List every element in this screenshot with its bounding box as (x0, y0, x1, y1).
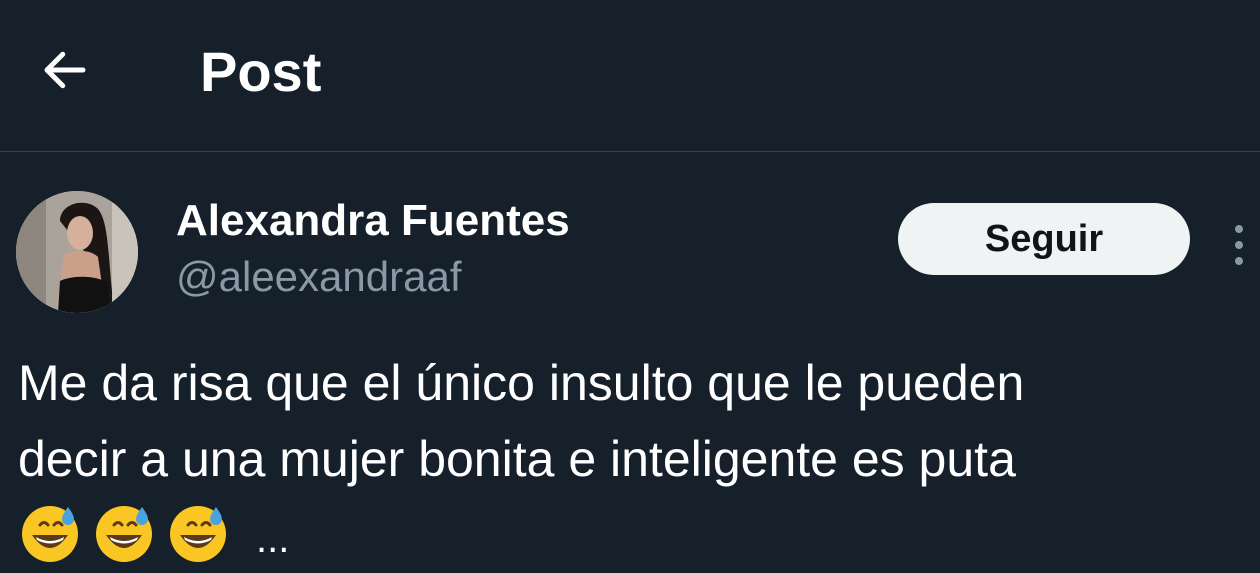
avatar-photo (16, 191, 138, 313)
more-vertical-icon (1235, 225, 1243, 233)
more-vertical-icon-dot (1235, 257, 1243, 265)
grinning-face-with-sweat-emoji (170, 506, 226, 562)
post: Alexandra Fuentes @aleexandraaf Seguir M… (0, 153, 1260, 573)
truncation-ellipsis: ... (256, 517, 290, 561)
more-options-button[interactable] (1224, 215, 1254, 275)
emoji-row: ... (18, 498, 289, 568)
top-bar: Post (0, 0, 1260, 152)
author-handle[interactable]: @aleexandraaf (176, 252, 462, 302)
grinning-face-with-sweat-emoji (22, 506, 78, 562)
post-text-line: Me da risa que el único insulto que le p… (18, 355, 1025, 411)
grinning-face-with-sweat-emoji (96, 506, 152, 562)
post-text-line: decir a una mujer bonita e inteligente e… (18, 431, 1016, 487)
post-screen: Post Alexandra Fuentes @aleexandraaf Seg… (0, 0, 1260, 573)
page-title: Post (200, 40, 322, 103)
avatar[interactable] (16, 191, 138, 313)
author-display-name[interactable]: Alexandra Fuentes (176, 195, 570, 247)
follow-button[interactable]: Seguir (898, 203, 1190, 275)
more-vertical-icon-dot (1235, 241, 1243, 249)
arrow-left-icon (44, 51, 86, 89)
back-button[interactable] (30, 40, 100, 100)
post-text: Me da risa que el único insulto que le p… (18, 345, 1248, 497)
